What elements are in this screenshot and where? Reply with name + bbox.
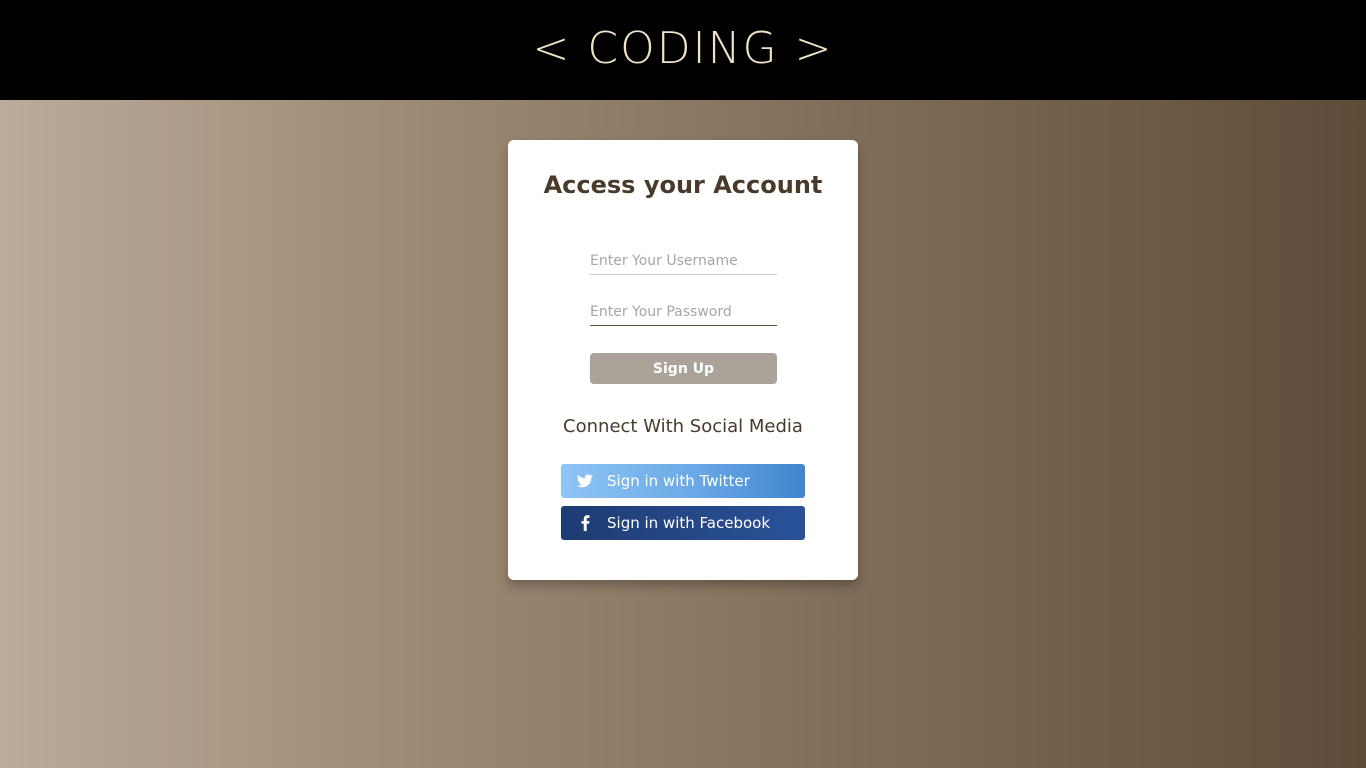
login-card: Access your Account Sign Up Connect With… — [508, 140, 858, 580]
top-bar: < CODING > — [0, 0, 1366, 100]
twitter-sign-in-button[interactable]: Sign in with Twitter — [561, 464, 805, 498]
facebook-f-icon — [577, 515, 593, 531]
social-media-heading: Connect With Social Media — [563, 416, 803, 437]
brand-logo-text: < CODING > — [532, 22, 834, 74]
facebook-sign-in-label: Sign in with Facebook — [607, 514, 771, 532]
username-input[interactable] — [590, 248, 777, 275]
facebook-sign-in-button[interactable]: Sign in with Facebook — [561, 506, 805, 540]
twitter-bird-icon — [577, 473, 593, 489]
sign-up-button[interactable]: Sign Up — [590, 353, 777, 384]
card-title: Access your Account — [543, 171, 823, 199]
twitter-sign-in-label: Sign in with Twitter — [607, 472, 750, 490]
password-input[interactable] — [590, 299, 777, 326]
